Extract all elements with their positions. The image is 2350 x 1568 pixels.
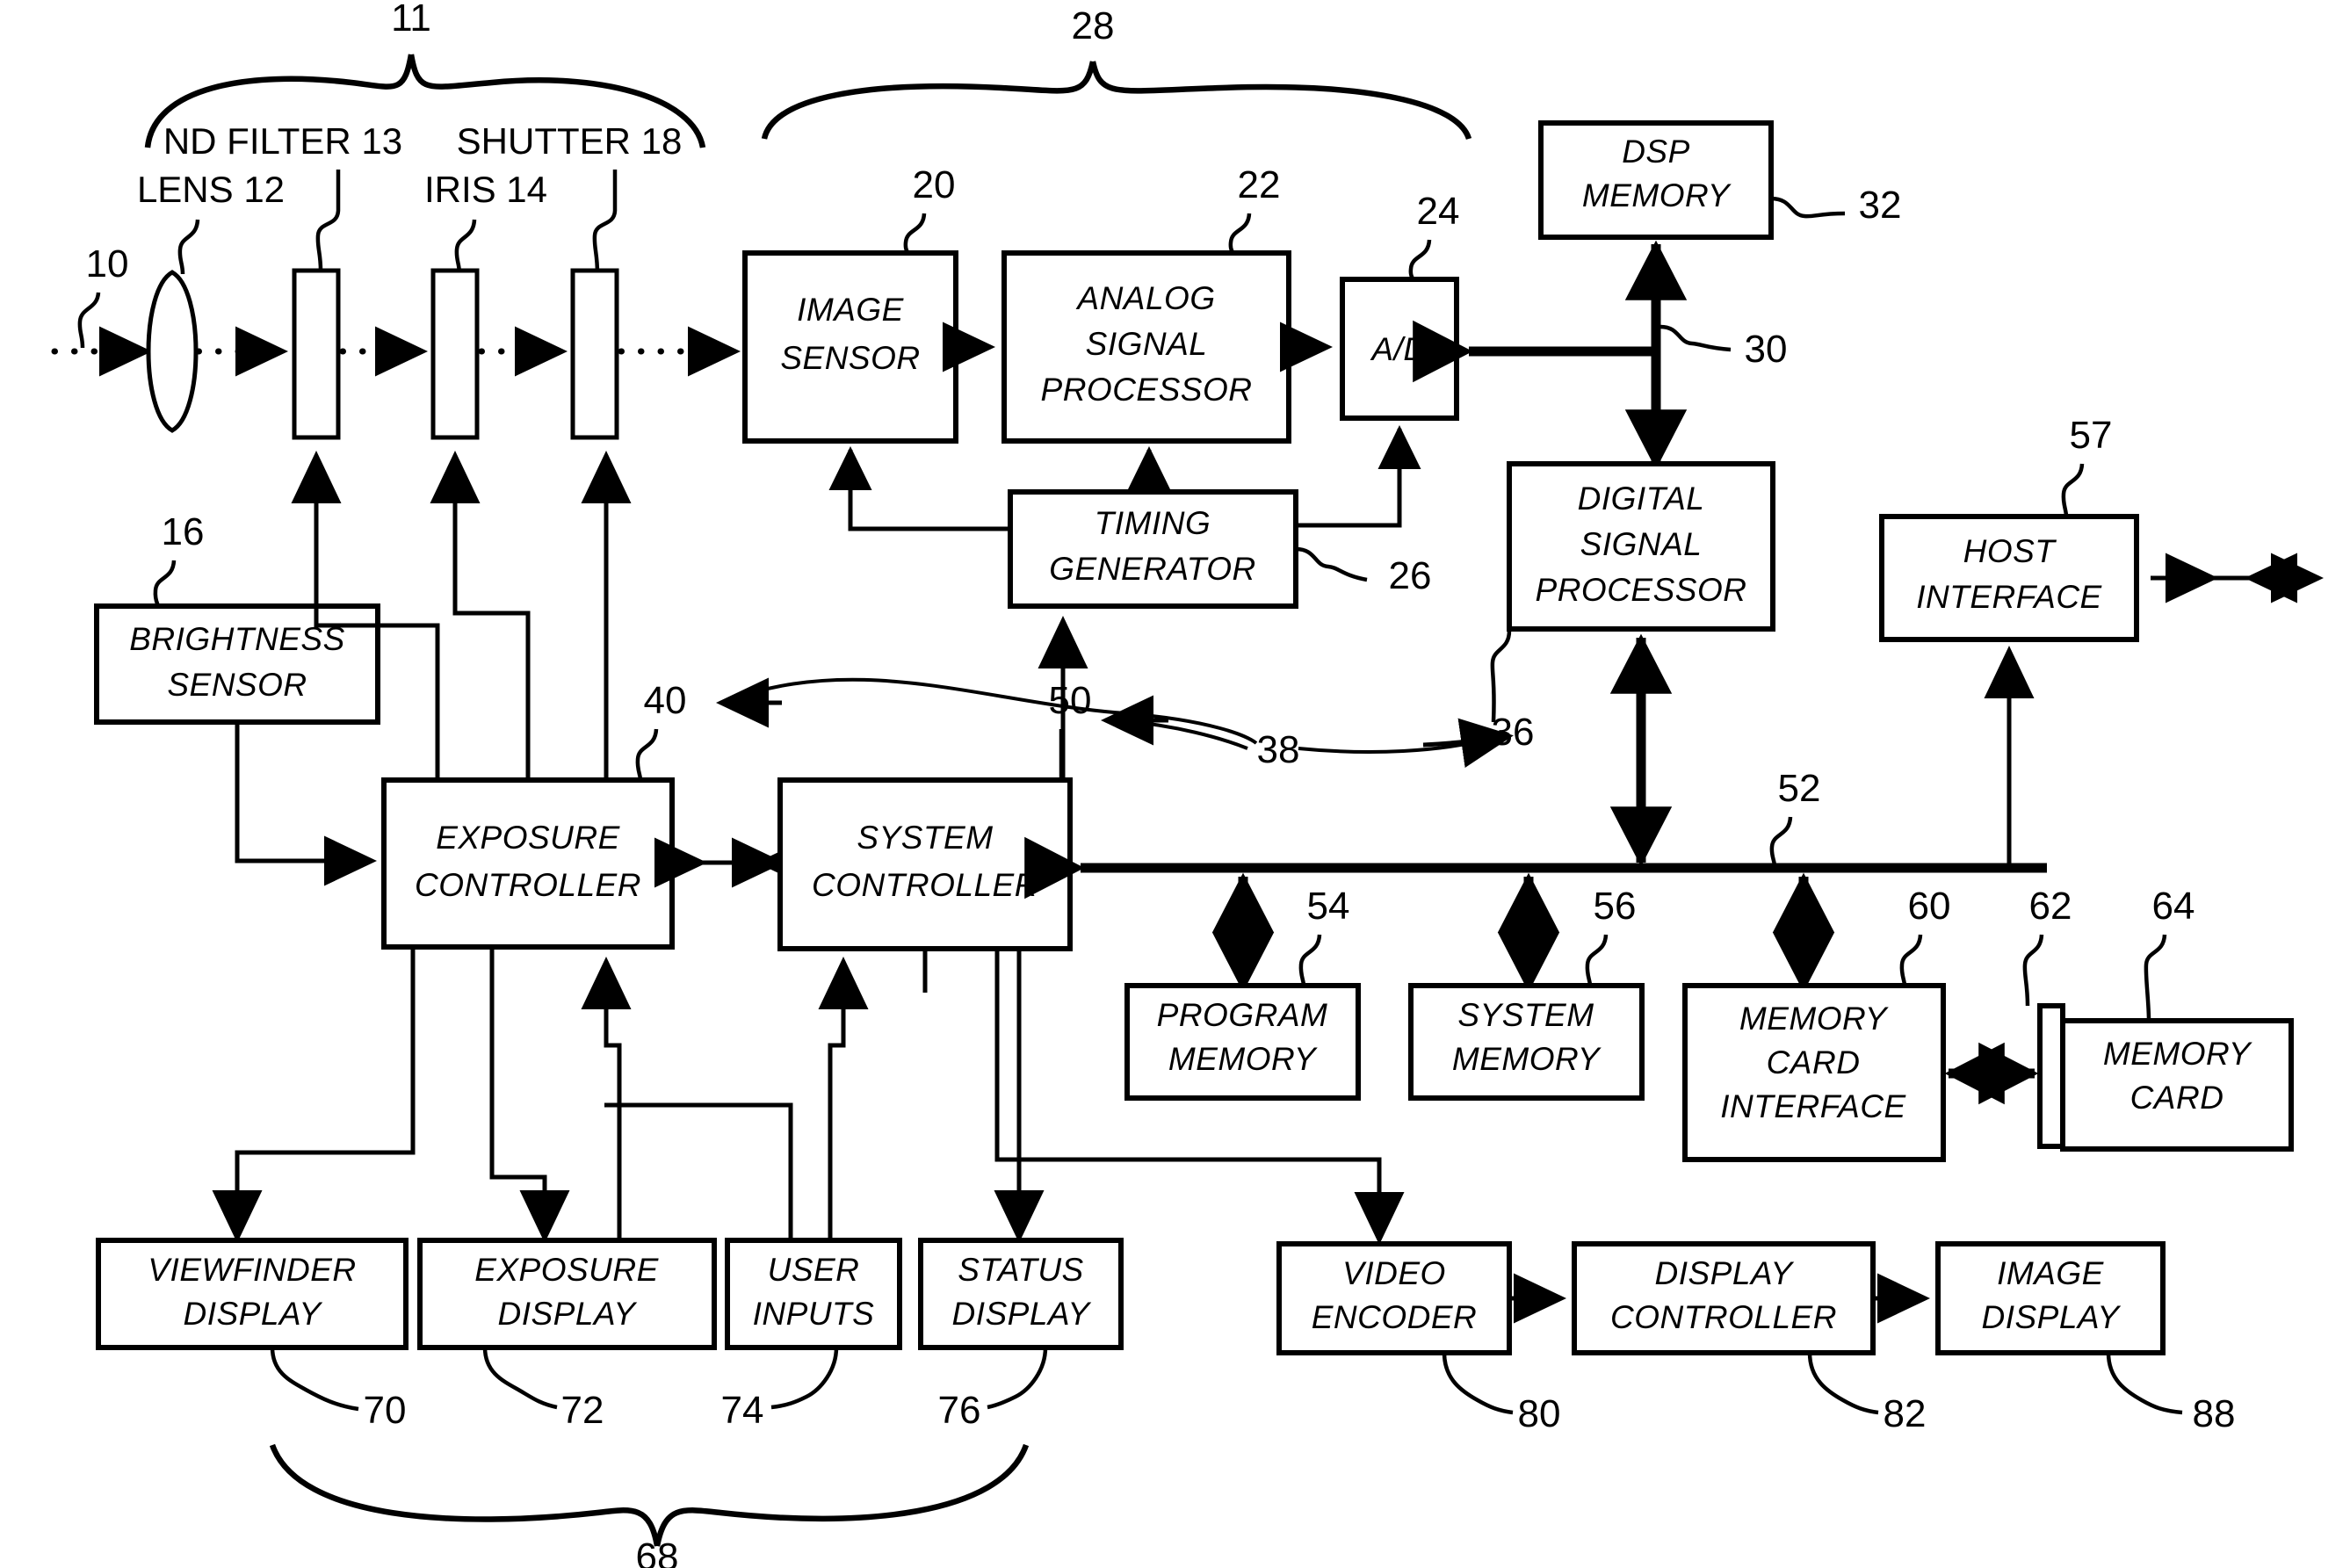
capture-bracket bbox=[761, 61, 1472, 141]
shutter-label: SHUTTER 18 bbox=[457, 120, 683, 162]
ref-56: 56 bbox=[1594, 885, 1637, 928]
displays-bracket bbox=[269, 1443, 1030, 1547]
host-if-label-2: INTERFACE bbox=[1916, 579, 2102, 615]
brightness-label-2: SENSOR bbox=[167, 667, 307, 703]
nd-filter-label: ND FILTER 13 bbox=[163, 120, 402, 162]
mci-label-2: CARD bbox=[1767, 1044, 1861, 1080]
dsp-bus-30 bbox=[1413, 240, 1688, 470]
ref-36: 36 bbox=[1492, 711, 1535, 754]
ref-30: 30 bbox=[1745, 328, 1788, 371]
status-disp-label-2: DISPLAY bbox=[951, 1296, 1091, 1332]
ref-74: 74 bbox=[721, 1389, 764, 1432]
asp-label-3: PROCESSOR bbox=[1041, 372, 1253, 408]
image-disp-label-2: DISPLAY bbox=[1981, 1299, 2121, 1335]
lens-label: LENS 12 bbox=[137, 169, 285, 210]
exposure-disp-label-2: DISPLAY bbox=[497, 1296, 637, 1332]
viewfinder-label-1: VIEWFINDER bbox=[148, 1252, 356, 1288]
system-mem-label-2: MEMORY bbox=[1452, 1041, 1602, 1077]
program-mem-label-1: PROGRAM bbox=[1157, 997, 1328, 1033]
ref-10: 10 bbox=[86, 242, 129, 285]
mci-label-3: INTERFACE bbox=[1720, 1088, 1906, 1124]
nd-filter-element bbox=[292, 268, 341, 440]
video-enc-label-1: VIDEO bbox=[1342, 1255, 1446, 1291]
dsp-memory-label-1: DSP bbox=[1622, 134, 1690, 170]
image-sensor-label-2: SENSOR bbox=[780, 340, 920, 376]
system-ctrl-label-1: SYSTEM bbox=[857, 820, 993, 856]
ad-label: A/D bbox=[1370, 331, 1427, 367]
memory-card-label-1: MEMORY bbox=[2103, 1036, 2252, 1072]
shutter-element bbox=[570, 268, 619, 440]
image-sensor-label-1: IMAGE bbox=[797, 292, 905, 328]
ref-26: 26 bbox=[1389, 554, 1432, 597]
display-ctrl-label-1: DISPLAY bbox=[1654, 1255, 1794, 1291]
host-if-label-1: HOST bbox=[1963, 533, 2057, 569]
ref-62: 62 bbox=[2029, 885, 2072, 928]
brightness-label-1: BRIGHTNESS bbox=[129, 621, 345, 657]
exposure-ctrl-label-1: EXPOSURE bbox=[436, 820, 620, 856]
memory-card-slot[interactable] bbox=[2037, 1003, 2065, 1149]
ref-16: 16 bbox=[162, 510, 205, 553]
mci-label-1: MEMORY bbox=[1739, 1001, 1889, 1037]
ref-52: 52 bbox=[1778, 767, 1821, 810]
video-enc-label-2: ENCODER bbox=[1312, 1299, 1478, 1335]
asp-label-1: ANALOG bbox=[1075, 280, 1215, 316]
control-lines-38 bbox=[716, 677, 1514, 768]
exposure-ctrl-label-2: CONTROLLER bbox=[415, 867, 641, 903]
ref-38: 38 bbox=[1257, 728, 1300, 771]
user-inputs-label-1: USER bbox=[768, 1252, 860, 1288]
dsp-label-2: SIGNAL bbox=[1580, 526, 1703, 562]
dsp-memory-label-2: MEMORY bbox=[1582, 177, 1732, 213]
ref-60: 60 bbox=[1908, 885, 1951, 928]
ref-11: 11 bbox=[391, 0, 431, 40]
lens-element bbox=[146, 270, 199, 433]
ref-28: 28 bbox=[1072, 4, 1115, 47]
ref-80: 80 bbox=[1518, 1392, 1561, 1435]
image-disp-label-1: IMAGE bbox=[1997, 1255, 2105, 1291]
ref-88: 88 bbox=[2193, 1392, 2236, 1435]
ref-24: 24 bbox=[1417, 190, 1460, 233]
ref-72: 72 bbox=[561, 1389, 604, 1432]
asp-label-2: SIGNAL bbox=[1086, 326, 1208, 362]
display-ctrl-label-2: CONTROLLER bbox=[1610, 1299, 1837, 1335]
ref-32: 32 bbox=[1859, 184, 1902, 227]
block-system-controller[interactable] bbox=[777, 777, 1073, 951]
ref-54: 54 bbox=[1307, 885, 1350, 928]
exposure-disp-label-1: EXPOSURE bbox=[474, 1252, 659, 1288]
ref-50: 50 bbox=[1049, 679, 1092, 722]
ref-40: 40 bbox=[644, 679, 687, 722]
ref-68: 68 bbox=[636, 1535, 679, 1568]
ref-64: 64 bbox=[2152, 885, 2195, 928]
user-inputs-label-2: INPUTS bbox=[753, 1296, 875, 1332]
patent-figure-canvas: 11 28 68 ND FILTER 13 SHUTTER 18 LENS 12… bbox=[0, 0, 2350, 1568]
block-exposure-controller[interactable] bbox=[381, 777, 675, 950]
program-mem-label-2: MEMORY bbox=[1168, 1041, 1318, 1077]
memory-card-label-2: CARD bbox=[2130, 1080, 2224, 1116]
ref-20: 20 bbox=[913, 163, 956, 206]
timing-gen-label-2: GENERATOR bbox=[1049, 551, 1255, 587]
ref-82: 82 bbox=[1884, 1392, 1927, 1435]
status-disp-label-1: STATUS bbox=[958, 1252, 1083, 1288]
ref-70: 70 bbox=[364, 1389, 407, 1432]
timing-gen-label-1: TIMING bbox=[1095, 505, 1211, 541]
system-ctrl-label-2: CONTROLLER bbox=[812, 867, 1038, 903]
ref-57: 57 bbox=[2070, 414, 2113, 457]
iris-element bbox=[430, 268, 480, 440]
iris-label: IRIS 14 bbox=[424, 169, 547, 210]
system-mem-label-1: SYSTEM bbox=[1457, 997, 1594, 1033]
dsp-label-3: PROCESSOR bbox=[1536, 572, 1747, 608]
viewfinder-label-2: DISPLAY bbox=[183, 1296, 322, 1332]
dsp-label-1: DIGITAL bbox=[1578, 481, 1705, 517]
ref-76: 76 bbox=[938, 1389, 981, 1432]
ref-22: 22 bbox=[1238, 163, 1281, 206]
